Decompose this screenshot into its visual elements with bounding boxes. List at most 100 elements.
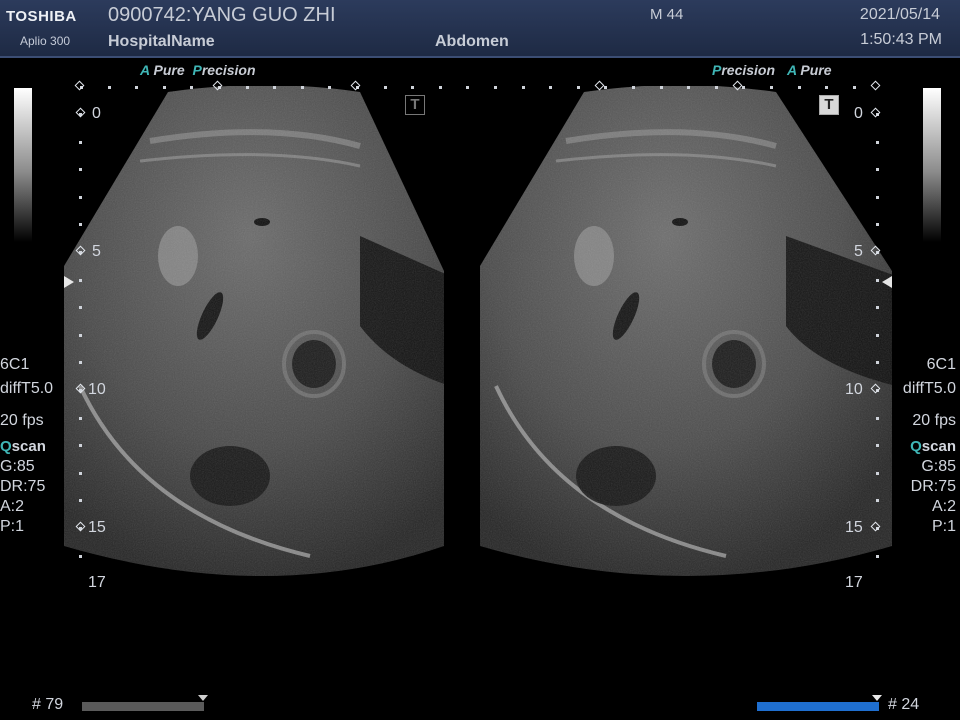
p-param-label: P:1	[0, 518, 25, 535]
cine-bar-left[interactable]	[82, 702, 204, 711]
scale-tick-dot	[79, 168, 82, 171]
scale-tick-dot	[876, 141, 879, 144]
gain-label-right: G:85	[921, 458, 956, 475]
scale-tick-dot	[79, 196, 82, 199]
scale-tick-dot	[876, 168, 879, 171]
scale-tick-dot	[825, 86, 828, 89]
frequency-label-right: diffT5.0	[902, 380, 956, 397]
qscan-word: scan	[11, 438, 46, 455]
scale-tick-dot	[79, 499, 82, 502]
depth-label-left: 17	[88, 574, 106, 591]
frame-rate-label: 20 fps	[0, 412, 44, 429]
a-param-label: A:2	[0, 498, 25, 515]
scale-tick-dot	[190, 86, 193, 89]
dynamic-range-label-right: DR:75	[910, 478, 956, 495]
scale-tick-dot	[79, 472, 82, 475]
scale-tick-dot	[660, 86, 663, 89]
p-param-label-right: P:1	[931, 518, 956, 535]
scale-tick-dot	[632, 86, 635, 89]
qscan-q-letter: Q	[0, 438, 12, 455]
gray-scale-bar-left	[14, 88, 32, 242]
scale-tick-dot	[79, 417, 82, 420]
scale-tick-dot	[876, 555, 879, 558]
scale-tick-dot	[411, 86, 414, 89]
exam-date: 2021/05/14	[859, 6, 940, 23]
depth-label-left: 5	[92, 243, 101, 260]
a-param-label-right: A:2	[931, 498, 956, 515]
scale-tick-dot	[876, 499, 879, 502]
depth-label-right: 0	[854, 105, 863, 122]
scale-tick-dot	[876, 444, 879, 447]
ultrasound-image-left[interactable]	[60, 86, 480, 586]
apure-precision-label-left: A Pure Precision	[140, 62, 256, 78]
patient-id-name: 0900742:YANG GUO ZHI	[108, 4, 336, 26]
brand-logo: TOSHIBA	[6, 8, 77, 25]
scale-tick-dot	[79, 306, 82, 309]
scale-tick-dot	[876, 417, 879, 420]
transducer-label: 6C1	[0, 356, 30, 373]
frame-counter-left: # 79	[32, 696, 64, 713]
scale-tick-dot	[798, 86, 801, 89]
ultrasound-image-right[interactable]	[476, 86, 896, 586]
scale-tick-dot	[876, 334, 879, 337]
scale-tick-dot	[715, 86, 718, 89]
precision-word: recision	[721, 62, 776, 78]
scale-tick-dot	[79, 444, 82, 447]
scale-tick-dot	[79, 555, 82, 558]
scale-tick-dot	[79, 223, 82, 226]
dynamic-range-label: DR:75	[0, 478, 46, 495]
focus-marker-arrow-right-icon[interactable]	[882, 276, 892, 288]
exam-preset: Abdomen	[435, 33, 509, 50]
scale-tick-dot	[135, 86, 138, 89]
cine-marker-right-icon[interactable]	[872, 695, 882, 701]
frame-counter-right: # 24	[888, 696, 920, 713]
mode-indicator: M 44	[650, 6, 684, 23]
focus-marker-arrow-left-icon[interactable]	[64, 276, 74, 288]
header-bar: TOSHIBA Aplio 300 0900742:YANG GUO ZHI H…	[0, 0, 960, 58]
t-icon-right[interactable]: T	[819, 95, 839, 115]
hospital-name: HospitalName	[108, 33, 215, 50]
scale-tick-dot	[876, 279, 879, 282]
scale-tick-dot	[876, 306, 879, 309]
scale-tick-dot	[876, 472, 879, 475]
precision-p-letter: P	[712, 62, 722, 78]
scale-tick-dot	[79, 334, 82, 337]
scale-tick-dot	[770, 86, 773, 89]
scale-tick-dot	[876, 196, 879, 199]
precision-p-letter: P	[192, 62, 202, 78]
cine-bar-right[interactable]	[757, 702, 879, 711]
depth-label-left: 15	[88, 519, 106, 536]
apure-word: Pure	[153, 62, 185, 78]
scale-tick-dot	[876, 223, 879, 226]
depth-label-right: 17	[845, 574, 863, 591]
depth-label-right: 5	[854, 243, 863, 260]
scale-tick-dot	[108, 86, 111, 89]
gain-label: G:85	[0, 458, 35, 475]
scale-tick-dot	[79, 361, 82, 364]
apure-a-letter: A	[140, 62, 150, 78]
depth-label-right: 15	[845, 519, 863, 536]
depth-label-left: 0	[92, 105, 101, 122]
scale-tick-dot	[549, 86, 552, 89]
t-icon-left[interactable]: T	[405, 95, 425, 115]
scale-tick-dot	[246, 86, 249, 89]
scale-tick-dot	[687, 86, 690, 89]
scale-tick-dot	[494, 86, 497, 89]
exam-time: 1:50:43 PM	[860, 31, 942, 48]
depth-label-right: 10	[845, 381, 863, 398]
scale-tick-dot	[604, 86, 607, 89]
scale-tick-dot	[79, 279, 82, 282]
scale-tick-dot	[301, 86, 304, 89]
scale-tick-dot	[79, 141, 82, 144]
scale-tick-dot	[328, 86, 331, 89]
qscan-q-letter: Q	[910, 438, 922, 455]
cine-marker-left-icon[interactable]	[198, 695, 208, 701]
scale-tick-dot	[742, 86, 745, 89]
system-model: Aplio 300	[20, 34, 71, 48]
qscan-label-right: Qscan	[910, 438, 956, 455]
scale-tick-dot	[384, 86, 387, 89]
scale-tick-dot	[522, 86, 525, 89]
apure-word: Pure	[800, 62, 832, 78]
scale-tick-dot	[273, 86, 276, 89]
scale-tick-dot	[577, 86, 580, 89]
